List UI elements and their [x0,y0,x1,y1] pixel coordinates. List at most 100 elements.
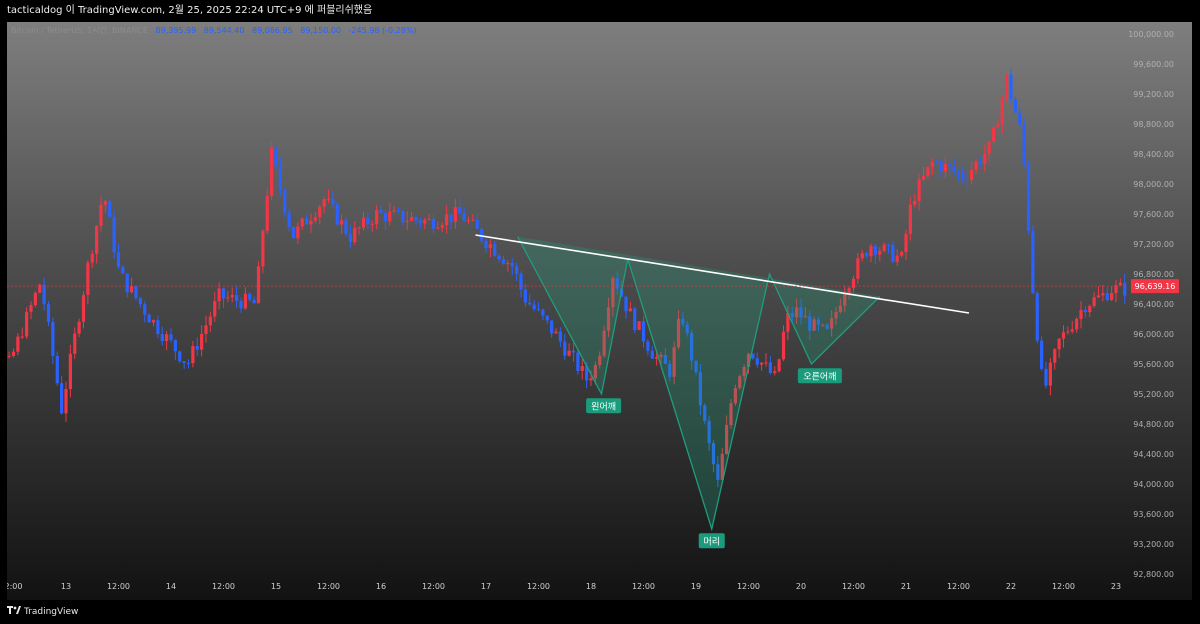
candle-body [305,218,309,225]
candle-body [95,225,99,254]
candle-body [1057,338,1061,350]
x-tick-label: 21 [901,582,911,591]
x-tick-label: 13 [61,582,71,591]
candle-body [160,334,164,342]
y-tick-label: 98,000.00 [1133,180,1174,189]
x-tick-label: 12:00 [737,582,760,591]
candle-body [81,294,86,322]
candle-body [125,273,129,293]
chart-panel[interactable]: 100,000.00 99,600.00 99,200.00 98,800.00 98,… [7,22,1192,600]
x-tick-label: 22 [1006,582,1016,591]
candle-body [921,175,926,180]
legend-change: -245.98 (-0.28%) [348,26,417,35]
x-tick-label: 12:00 [1052,582,1075,591]
candle-body [392,210,396,212]
candle-body [1031,230,1035,294]
x-tick-label: 19 [691,582,701,591]
candle-body [112,217,116,253]
price-chart[interactable]: 100,000.00 99,600.00 99,200.00 98,800.00 98,… [7,22,1192,600]
candle-body [462,213,466,221]
candle-body [930,161,934,167]
candle-body [908,204,912,234]
candle-body [151,320,156,323]
candle-body [1088,306,1092,313]
candle-body [528,302,532,305]
candle-body [987,141,991,154]
candle-body [103,201,107,205]
x-tick-label: 15 [271,582,281,591]
candle-body [423,219,427,224]
candle-body [7,355,11,357]
candle-body [886,244,891,246]
candle-body [77,321,81,334]
y-tick-label: 98,400.00 [1133,150,1174,159]
candle-body [90,253,94,263]
candle-body [383,212,387,222]
candle-body [781,331,786,360]
candle-body [869,246,873,257]
candle-body [147,314,151,323]
candle-body [506,262,510,264]
tradingview-logo: TradingView [7,604,78,620]
candle-body [1005,74,1009,99]
candle-body [427,218,431,220]
legend-low: 89,086.95 [252,26,293,35]
candle-body [366,217,370,225]
candle-body [471,219,475,221]
candle-body [361,217,366,228]
candle-body [449,214,453,222]
candle-body [16,336,20,352]
candle-body [1013,99,1017,113]
candle-body [296,226,300,239]
candle-body [1079,310,1083,319]
candle-body [353,227,357,243]
candle-body [1101,293,1105,296]
y-tick-label: 96,000.00 [1133,330,1174,339]
candle-body [480,228,484,241]
x-tick-label: 12:00 [947,582,970,591]
candle-body [60,383,64,414]
candle-body [375,209,379,224]
y-tick-label: 97,200.00 [1133,240,1174,249]
candle-body [1022,124,1026,164]
candle-body [300,218,304,227]
candle-body [983,153,987,164]
x-tick-label: 12:00 [212,582,235,591]
y-tick-label: 95,600.00 [1133,360,1174,369]
candle-body [226,297,230,299]
candle-body [1061,332,1066,339]
candle-body [239,300,243,309]
candle-body [777,359,781,372]
y-tick-label: 93,200.00 [1133,540,1174,549]
y-tick-label: 99,600.00 [1133,60,1174,69]
pattern-label: 왼어깨 [591,400,616,412]
candle-body [51,321,55,356]
candle-body [248,293,252,300]
candle-body [974,161,978,171]
candle-body [856,258,860,279]
candle-body [935,161,939,163]
candle-body [952,166,956,172]
candle-body [33,292,37,306]
x-tick-label: 20 [796,582,806,591]
candle-body [458,207,462,214]
candle-body [291,226,296,239]
candle-body [418,220,422,224]
candle-body [760,362,764,365]
candle-body [633,308,637,330]
candle-body [436,227,440,229]
candle-body [545,315,549,321]
candle-body [243,293,247,309]
candle-body [970,170,974,181]
candle-body [261,230,265,267]
candle-body [532,304,536,310]
candle-body [1110,292,1114,300]
candle-body [860,253,864,259]
candle-body [646,341,650,351]
candle-body [991,127,996,142]
candle-body [873,246,877,255]
candle-body [217,288,221,302]
candle-body [326,198,331,200]
pattern-label: 오른어깨 [803,370,836,382]
candle-body [475,219,479,229]
